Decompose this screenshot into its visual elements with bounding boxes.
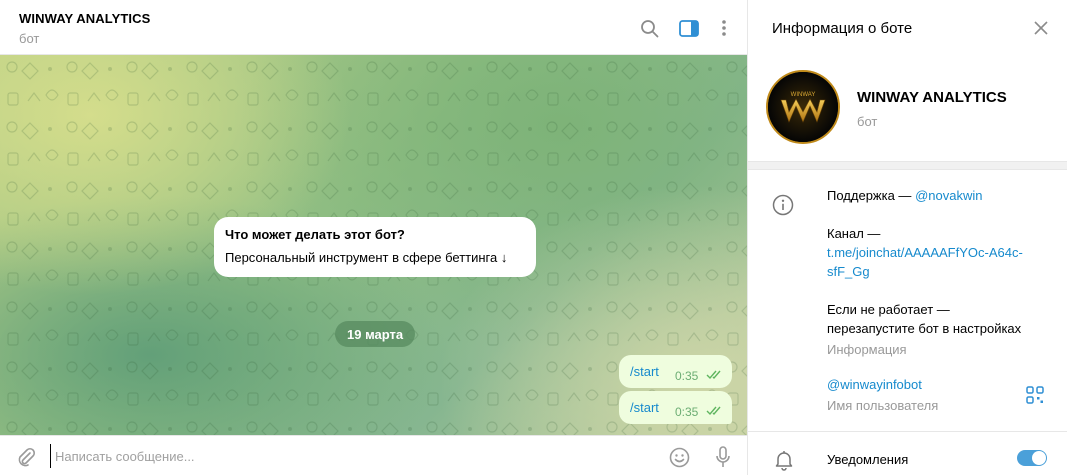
- bot-description-title: Что может делать этот бот?: [225, 227, 405, 242]
- qr-code-icon[interactable]: [1026, 386, 1044, 404]
- bell-icon: [775, 451, 793, 471]
- microphone-icon[interactable]: [711, 445, 735, 469]
- notifications-label: Уведомления: [827, 452, 909, 467]
- outgoing-message[interactable]: /start 0:35: [619, 355, 732, 388]
- panel-title: Информация о боте: [772, 20, 913, 37]
- double-check-icon: [706, 370, 721, 380]
- bot-about: Поддержка — @novakwin Канал — t.me/joinc…: [827, 186, 1047, 359]
- channel-link[interactable]: t.me/joinchat/AAAAAFfYOc-A64c-sfF_Gg: [827, 243, 1027, 281]
- message-input[interactable]: [50, 444, 610, 468]
- chat-background: Что может делать этот бот? Персональный …: [0, 55, 747, 435]
- channel-label: Канал —: [827, 226, 881, 241]
- message-time: 0:35: [675, 405, 699, 419]
- support-label: Поддержка —: [827, 188, 912, 203]
- chat-area: WINWAY ANALYTICS бот Что может делать эт…: [0, 0, 747, 475]
- emoji-icon[interactable]: [667, 445, 691, 469]
- username-block: @winwayinfobot Имя пользователя: [827, 375, 1047, 415]
- attach-icon[interactable]: [14, 445, 38, 469]
- support-line: Поддержка — @novakwin: [827, 186, 1047, 205]
- profile-name: WINWAY ANALYTICS: [857, 89, 1007, 106]
- section-divider: [748, 431, 1067, 432]
- message-text[interactable]: /start: [630, 400, 659, 415]
- restart-hint-line1: Если не работает —: [827, 302, 950, 317]
- restart-hint-line2: перезапустите бот в настройках: [827, 321, 1022, 336]
- bot-description-text: Персональный инструмент в сфере беттинга…: [225, 250, 508, 265]
- message-time: 0:35: [675, 369, 699, 383]
- bot-info-panel: Информация о боте WINWAY WINWAY ANALYTIC…: [748, 0, 1067, 475]
- notifications-toggle[interactable]: [1017, 450, 1047, 466]
- double-check-icon: [706, 406, 721, 416]
- about-caption: Информация: [827, 342, 907, 357]
- avatar[interactable]: WINWAY: [766, 70, 840, 144]
- chat-subtitle: бот: [19, 31, 40, 46]
- username-caption: Имя пользователя: [827, 398, 939, 413]
- sidebar-toggle-icon[interactable]: [677, 16, 701, 40]
- info-icon: [772, 194, 794, 216]
- username-link[interactable]: @winwayinfobot: [827, 375, 1047, 394]
- bot-description-card: Что может делать этот бот? Персональный …: [214, 217, 536, 277]
- toggle-knob: [1032, 451, 1046, 465]
- profile-subtitle: бот: [857, 114, 878, 129]
- avatar-text: WINWAY: [791, 92, 816, 98]
- more-icon[interactable]: [712, 16, 736, 40]
- outgoing-message[interactable]: /start 0:35: [619, 391, 732, 424]
- chat-header: WINWAY ANALYTICS бот: [0, 0, 747, 55]
- support-link[interactable]: @novakwin: [915, 188, 982, 203]
- winway-logo: WINWAY: [768, 72, 838, 142]
- message-text[interactable]: /start: [630, 364, 659, 379]
- date-separator: 19 марта: [335, 321, 416, 347]
- chat-title[interactable]: WINWAY ANALYTICS: [19, 11, 150, 26]
- section-separator: [748, 161, 1067, 170]
- search-icon[interactable]: [637, 16, 661, 40]
- close-icon[interactable]: [1030, 17, 1052, 39]
- message-composer: [0, 435, 747, 475]
